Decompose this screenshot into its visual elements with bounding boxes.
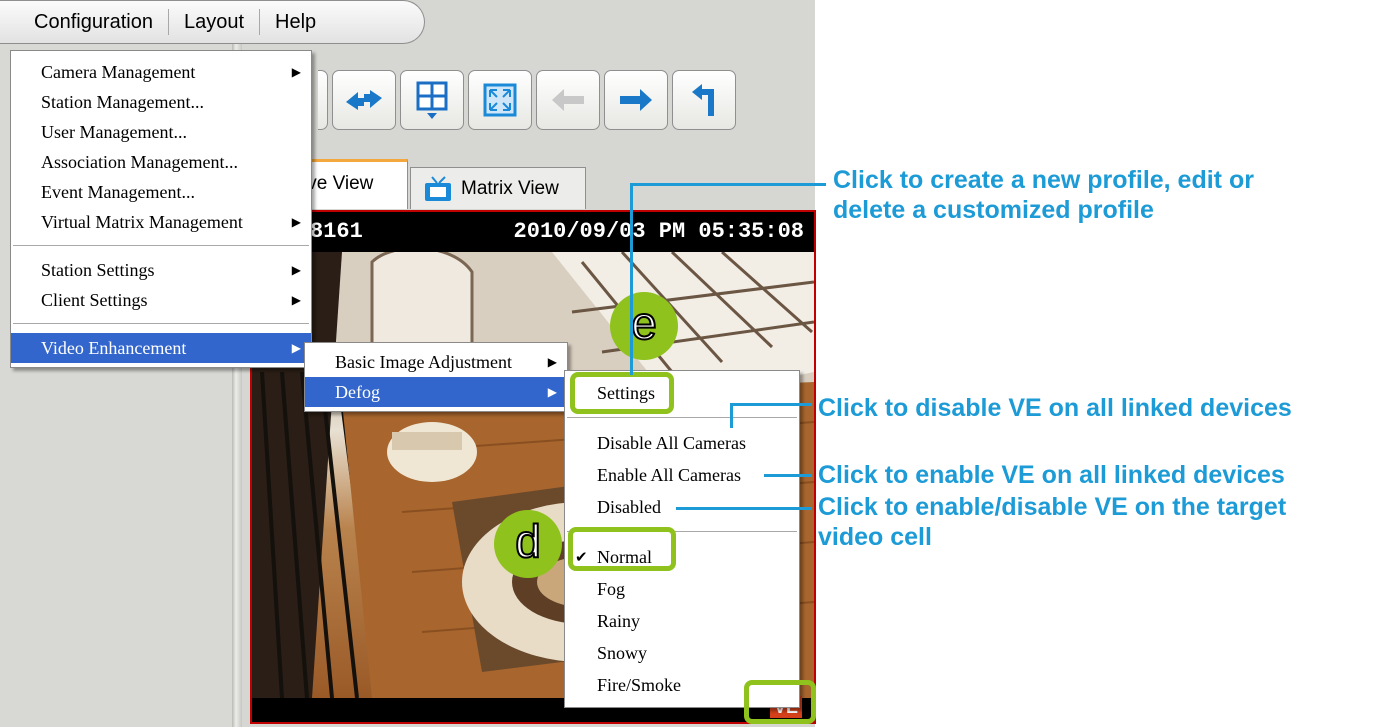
video-timestamp: 2010/09/03 PM 05:35:08 [513,219,804,244]
submenu-arrow-icon: ▶ [291,263,301,277]
submenu-arrow-icon: ▶ [291,341,301,355]
submenu-arrow-icon: ▶ [547,355,557,369]
menu-item-event-management[interactable]: Event Management... [11,177,311,207]
menu-item-user-management[interactable]: User Management... [11,117,311,147]
menu-item-basic-image-adjustment[interactable]: Basic Image Adjustment ▶ [305,347,567,377]
menu-item-label: Rainy [597,611,640,631]
callout-enable-all: Click to enable VE on all linked devices [818,461,1285,489]
return-button[interactable] [672,70,736,130]
tab-live-view[interactable]: ive View [296,159,408,209]
callout-profile: Click to create a new profile, edit or d… [833,165,1254,225]
video-osd-bar: 8161 2010/09/03 PM 05:35:08 [252,212,814,252]
configuration-menu: Camera Management ▶ Station Management...… [10,50,312,368]
layout-grid-button[interactable] [400,70,464,130]
menu-item-label: Disabled [597,497,661,517]
submenu-arrow-icon: ▶ [291,293,301,307]
toolbar [318,70,736,130]
settings-highlight [570,372,674,414]
menu-help[interactable]: Help [260,9,331,35]
marker-e: e [610,292,678,360]
tab-matrix-view[interactable]: Matrix View [410,167,586,209]
callout-target-line2: video cell [818,523,932,551]
menu-item-camera-management[interactable]: Camera Management ▶ [11,57,311,87]
menu-item-label: Camera Management [41,62,196,82]
menu-configuration[interactable]: Configuration [0,9,169,35]
menu-item-label: Defog [335,382,380,402]
submenu-arrow-icon: ▶ [291,65,301,79]
camera-id: 8161 [310,219,363,244]
arrow-right-icon [620,89,652,111]
return-arrow-icon [692,84,714,116]
grid-layout-icon [416,81,448,119]
menu-item-label: Basic Image Adjustment [335,352,512,372]
menu-separator [13,245,309,246]
menu-item-association-management[interactable]: Association Management... [11,147,311,177]
menu-item-label: Virtual Matrix Management [41,212,243,232]
video-enhancement-submenu: Basic Image Adjustment ▶ Defog ▶ [304,342,568,412]
menu-item-label: Snowy [597,643,648,663]
menu-item-defog[interactable]: Defog ▶ [305,377,567,407]
menu-item-virtual-matrix-management[interactable]: Virtual Matrix Management ▶ [11,207,311,237]
callout-line-profile-v [630,183,633,375]
menu-item-label: Station Settings [41,260,155,280]
callout-line-disable-v [730,403,733,428]
menu-separator [567,417,797,418]
callout-disable-all: Click to disable VE on all linked device… [818,394,1292,422]
callout-line-enable [764,474,812,477]
menu-item-label: User Management... [41,122,187,142]
menu-item-label: Disable All Cameras [597,433,746,453]
tab-matrix-label: Matrix View [461,177,559,199]
callout-line-disable-h [730,403,812,406]
menu-item-label: Station Management... [41,92,204,112]
menu-item-client-settings[interactable]: Client Settings ▶ [11,285,311,315]
swap-view-button[interactable] [332,70,396,130]
menu-item-label: Fire/Smoke [597,675,681,695]
swap-arrows-icon [346,90,382,110]
submenu-arrow-icon: ▶ [291,215,301,229]
callout-line-target [676,507,812,510]
arrow-left-icon [552,89,584,111]
menu-item-label: Client Settings [41,290,148,310]
next-button[interactable] [604,70,668,130]
callout-profile-line1: Click to create a new profile, edit or [833,166,1254,194]
menu-item-fog[interactable]: Fog [565,573,799,605]
menu-item-station-settings[interactable]: Station Settings ▶ [11,255,311,285]
fullscreen-button[interactable] [468,70,532,130]
menu-bar: Configuration Layout Help [0,0,425,44]
menu-item-station-management[interactable]: Station Management... [11,87,311,117]
callout-target-line1: Click to enable/disable VE on the target [818,493,1287,521]
previous-button[interactable] [536,70,600,130]
menu-item-label: Association Management... [41,152,238,172]
marker-d: d [494,510,562,578]
callout-profile-line2: delete a customized profile [833,196,1154,224]
menu-item-label: Video Enhancement [41,338,187,358]
menu-item-label: Fog [597,579,626,599]
tv-icon [425,175,451,201]
fullscreen-icon [483,83,517,117]
screenshot-stage: Configuration Layout Help ive View Matri… [0,0,1388,727]
menu-item-snowy[interactable]: Snowy [565,637,799,669]
menu-separator [13,323,309,324]
menu-item-label: Event Management... [41,182,195,202]
submenu-arrow-icon: ▶ [547,385,557,399]
callout-line-profile-h [630,183,826,186]
toolbar-button-partial[interactable] [318,70,328,130]
menu-layout[interactable]: Layout [169,9,261,35]
normal-highlight [568,527,676,571]
menu-item-disable-all-cameras[interactable]: Disable All Cameras [565,427,799,459]
ve-badge-highlight [744,680,816,724]
callout-target: Click to enable/disable VE on the target… [818,492,1286,552]
menu-item-rainy[interactable]: Rainy [565,605,799,637]
menu-item-label: Enable All Cameras [597,465,741,485]
menu-item-video-enhancement[interactable]: Video Enhancement ▶ [11,333,311,363]
